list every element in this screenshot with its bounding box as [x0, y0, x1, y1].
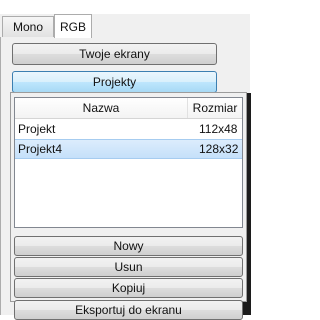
row-size: 112x48 — [199, 122, 238, 136]
row-name: Projekt4 — [18, 142, 63, 156]
list-header: Nazwa Rozmiar — [15, 98, 242, 119]
twoje-ekrany-button[interactable]: Twoje ekrany — [12, 43, 217, 65]
tab-rgb[interactable]: RGB — [54, 14, 92, 38]
list-row-selected[interactable]: Projekt4 128x32 — [15, 139, 242, 159]
projects-list[interactable]: Nazwa Rozmiar Projekt 112x48 Projekt4 12… — [14, 97, 243, 228]
tab-mono[interactable]: Mono — [2, 16, 54, 37]
projekty-button[interactable]: Projekty — [12, 71, 217, 93]
eksportuj-do-ekranu-button[interactable]: Eksportuj do ekranu — [14, 300, 243, 320]
rgb-tab-panel: Twoje ekrany Projekty Nazwa Rozmiar Proj… — [0, 37, 251, 320]
row-size: 128x32 — [199, 142, 239, 156]
projects-group: Nazwa Rozmiar Projekt 112x48 Projekt4 12… — [10, 92, 247, 320]
row-name: Projekt — [18, 122, 56, 136]
window-top-edge — [0, 0, 250, 14]
nowy-button[interactable]: Nowy — [14, 236, 243, 256]
kopiuj-button[interactable]: Kopiuj — [14, 278, 243, 298]
list-row[interactable]: Projekt 112x48 — [15, 119, 242, 139]
usun-button[interactable]: Usun — [14, 257, 243, 277]
tab-bar: Mono RGB — [0, 14, 250, 38]
column-header-rozmiar[interactable]: Rozmiar — [188, 98, 242, 118]
column-header-nazwa[interactable]: Nazwa — [15, 98, 188, 118]
